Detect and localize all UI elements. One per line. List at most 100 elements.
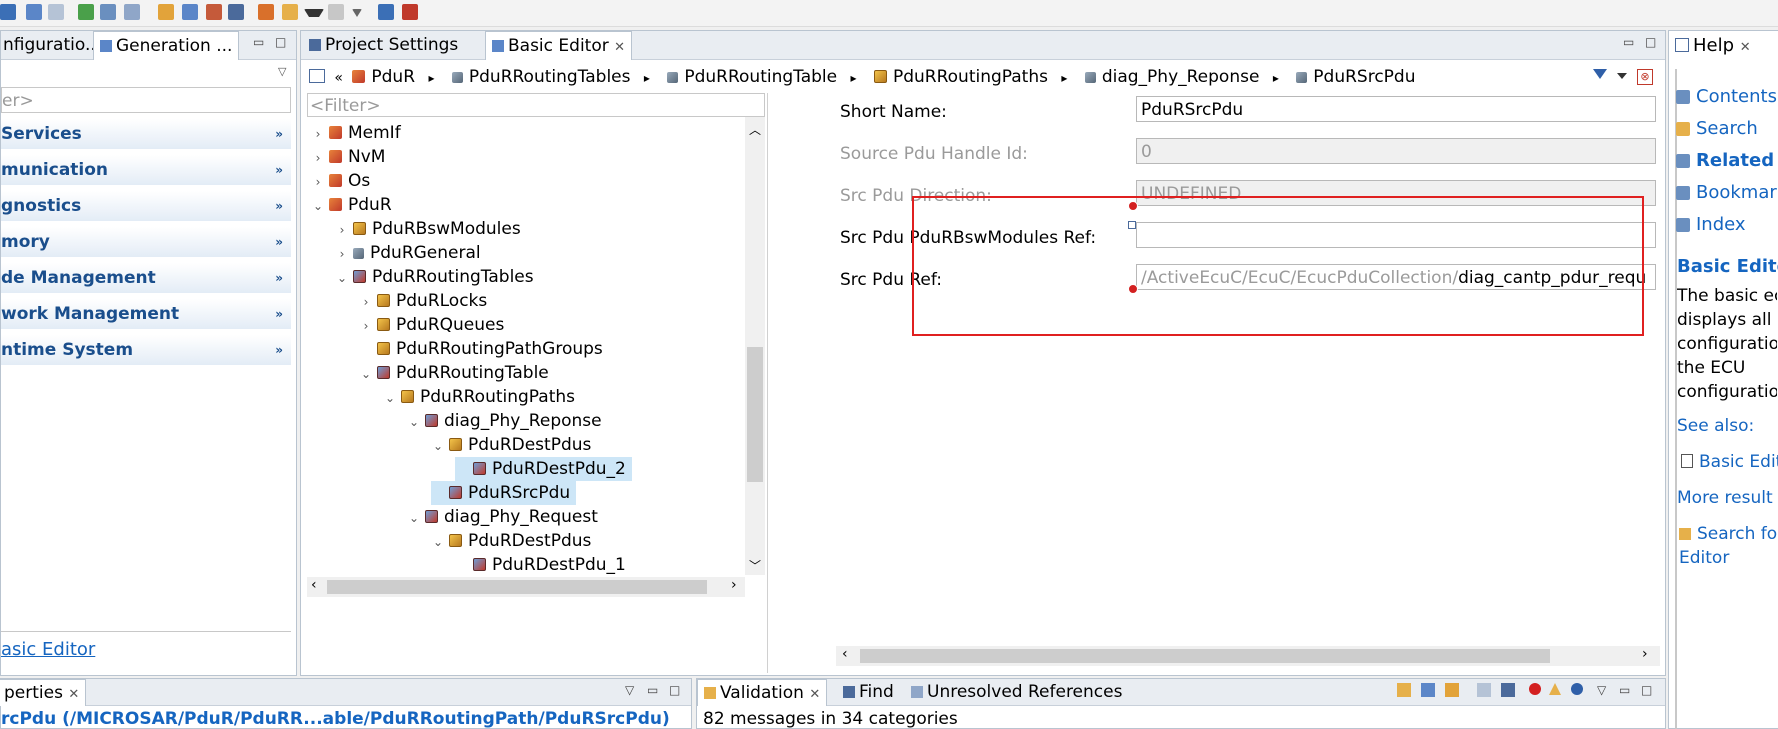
tab-validation[interactable]: Validation ✕ [697, 679, 828, 706]
breadcrumb-item[interactable]: PduRRoutingTables [448, 67, 631, 87]
validate-icon[interactable] [78, 4, 94, 20]
settings-icon[interactable] [1421, 683, 1435, 697]
collapsed-arrow-icon[interactable]: › [359, 290, 373, 314]
view-menu-icon[interactable] [1617, 73, 1627, 79]
category-memory[interactable]: mory » [1, 227, 291, 257]
tree-horizontal-scrollbar[interactable]: ‹ › [307, 577, 745, 597]
help-contents-link[interactable]: Contents [1676, 86, 1777, 107]
warning-filter-icon[interactable] [1549, 683, 1561, 695]
collapsed-arrow-icon[interactable]: › [311, 146, 325, 170]
tree-item[interactable]: › NvM [311, 145, 386, 170]
tree-item[interactable]: › PduRGeneral [335, 241, 481, 265]
tree-item-selected[interactable]: PduRSrcPdu [431, 481, 577, 505]
collapsed-arrow-icon[interactable]: › [335, 242, 349, 266]
expanded-arrow-icon[interactable]: ⌄ [431, 530, 445, 554]
tab-project-settings[interactable]: Project Settings [303, 31, 464, 59]
tree-item[interactable]: › MemIf [311, 121, 401, 145]
basic-editor-link[interactable]: asic Editor [1, 639, 95, 660]
scroll-right-icon[interactable]: › [1642, 646, 1648, 662]
form-horizontal-scrollbar[interactable]: ‹ › [836, 646, 1660, 666]
settings-icon[interactable] [158, 4, 174, 20]
category-communication[interactable]: munication » [1, 155, 291, 185]
maximize-icon[interactable]: □ [275, 35, 286, 49]
category-mode-management[interactable]: de Management » [1, 263, 291, 293]
tab-find[interactable]: Find [837, 679, 900, 705]
minimize-icon[interactable]: ▭ [1619, 683, 1630, 697]
tree-item[interactable]: ⌄ diag_Phy_Reponse [407, 409, 602, 433]
category-network-management[interactable]: work Management » [1, 299, 291, 329]
category-runtime-system[interactable]: ntime System » [1, 335, 291, 365]
tab-properties[interactable]: perties ✕ [0, 679, 87, 706]
info-filter-icon[interactable] [1571, 683, 1583, 695]
breadcrumb-menu-icon[interactable] [309, 69, 325, 83]
tree-vertical-scrollbar[interactable]: ︿ ﹀ [745, 117, 765, 575]
binoculars-icon[interactable] [228, 4, 244, 20]
expanded-arrow-icon[interactable]: ⌄ [311, 194, 325, 218]
tab-generation[interactable]: Generation ... [93, 31, 240, 60]
collapsed-arrow-icon[interactable]: › [311, 170, 325, 194]
close-tab-icon[interactable]: ✕ [68, 687, 79, 702]
tab-basic-editor[interactable]: Basic Editor ✕ [485, 31, 633, 60]
help-bookmarks-link[interactable]: Bookmark [1676, 182, 1778, 203]
maximize-icon[interactable]: □ [1645, 35, 1656, 49]
layout-icon[interactable] [182, 4, 198, 20]
scroll-thumb[interactable] [747, 347, 763, 482]
tree-item[interactable]: ⌄ PduRRoutingTables [335, 265, 534, 289]
tree-item[interactable]: › PduRQueues [359, 313, 505, 338]
scroll-left-icon[interactable]: ‹ [311, 577, 317, 593]
tree-item[interactable]: › PduRBswModules [335, 217, 521, 241]
view-menu-icon[interactable]: ▽ [625, 683, 634, 697]
tree-item[interactable]: ⌄ diag_Phy_Request [407, 505, 598, 529]
expanded-arrow-icon[interactable]: ⌄ [407, 506, 421, 530]
error-filter-icon[interactable] [1529, 683, 1541, 695]
breadcrumb-item[interactable]: diag_Phy_Reponse [1081, 67, 1259, 87]
tab-unresolved-references[interactable]: Unresolved References [905, 679, 1128, 705]
minimize-icon[interactable]: ▭ [1623, 35, 1634, 49]
category-diagnostics[interactable]: gnostics » [1, 191, 291, 221]
tree-filter-input[interactable]: <Filter> [307, 93, 765, 117]
breadcrumb-item[interactable]: PduRRoutingTable [663, 67, 837, 87]
minimize-icon[interactable]: ▭ [647, 683, 658, 697]
redo-icon[interactable] [48, 4, 64, 20]
view-menu-icon[interactable]: ▽ [278, 65, 286, 78]
scroll-down-icon[interactable]: ﹀ [749, 557, 761, 574]
tree-item[interactable]: PduRRoutingPathGroups [359, 337, 603, 361]
help-related-topics-link[interactable]: Related T [1676, 150, 1778, 171]
left-filter-input[interactable]: er> [1, 87, 291, 113]
close-tab-icon[interactable]: ✕ [614, 40, 625, 55]
breadcrumb-back-icon[interactable]: « [334, 70, 343, 86]
close-tab-icon[interactable]: ✕ [809, 687, 820, 702]
help-index-link[interactable]: Index [1676, 214, 1746, 235]
view-menu-icon[interactable]: ▽ [1597, 683, 1606, 697]
short-name-field[interactable]: PduRSrcPdu [1136, 96, 1656, 122]
expanded-arrow-icon[interactable]: ⌄ [407, 410, 421, 434]
expanded-arrow-icon[interactable]: ⌄ [383, 386, 397, 410]
tree-item[interactable]: PduRDestPdu_2 [455, 457, 632, 481]
scroll-thumb[interactable] [327, 580, 707, 594]
filter-icon[interactable] [1501, 683, 1515, 697]
xml-icon[interactable] [402, 4, 418, 20]
expanded-arrow-icon[interactable]: ⌄ [431, 434, 445, 458]
category-services[interactable]: Services » [1, 119, 291, 149]
forward-icon[interactable] [282, 4, 298, 20]
tree-item[interactable]: ⌄ PduRRoutingTable [359, 361, 549, 385]
project-icon[interactable] [124, 4, 140, 20]
collapsed-arrow-icon[interactable]: › [335, 218, 349, 242]
close-help-icon[interactable]: ✕ [1740, 40, 1751, 55]
help-more-results-link[interactable]: More result [1677, 488, 1778, 508]
filter-icon[interactable] [1593, 69, 1607, 79]
collapsed-arrow-icon[interactable]: › [359, 314, 373, 338]
undo-icon[interactable] [26, 4, 42, 20]
scroll-left-icon[interactable]: ‹ [842, 646, 848, 662]
help-search-for-link[interactable]: Search fo [1679, 524, 1778, 544]
tree-item[interactable]: › Os [311, 169, 371, 194]
scroll-up-icon[interactable]: ︿ [749, 121, 761, 138]
config-icon[interactable] [206, 4, 222, 20]
tree-item[interactable]: ⌄ PduRRoutingPaths [383, 385, 575, 409]
breadcrumb-item[interactable]: PduR [348, 67, 415, 87]
solve-icon[interactable] [1445, 683, 1459, 697]
expanded-arrow-icon[interactable]: ⌄ [335, 266, 349, 290]
next-icon[interactable] [328, 4, 344, 20]
tree-item[interactable]: ⌄ PduRDestPdus [431, 433, 591, 457]
tree-item[interactable]: ⌄ PduRDestPdus [431, 529, 591, 553]
